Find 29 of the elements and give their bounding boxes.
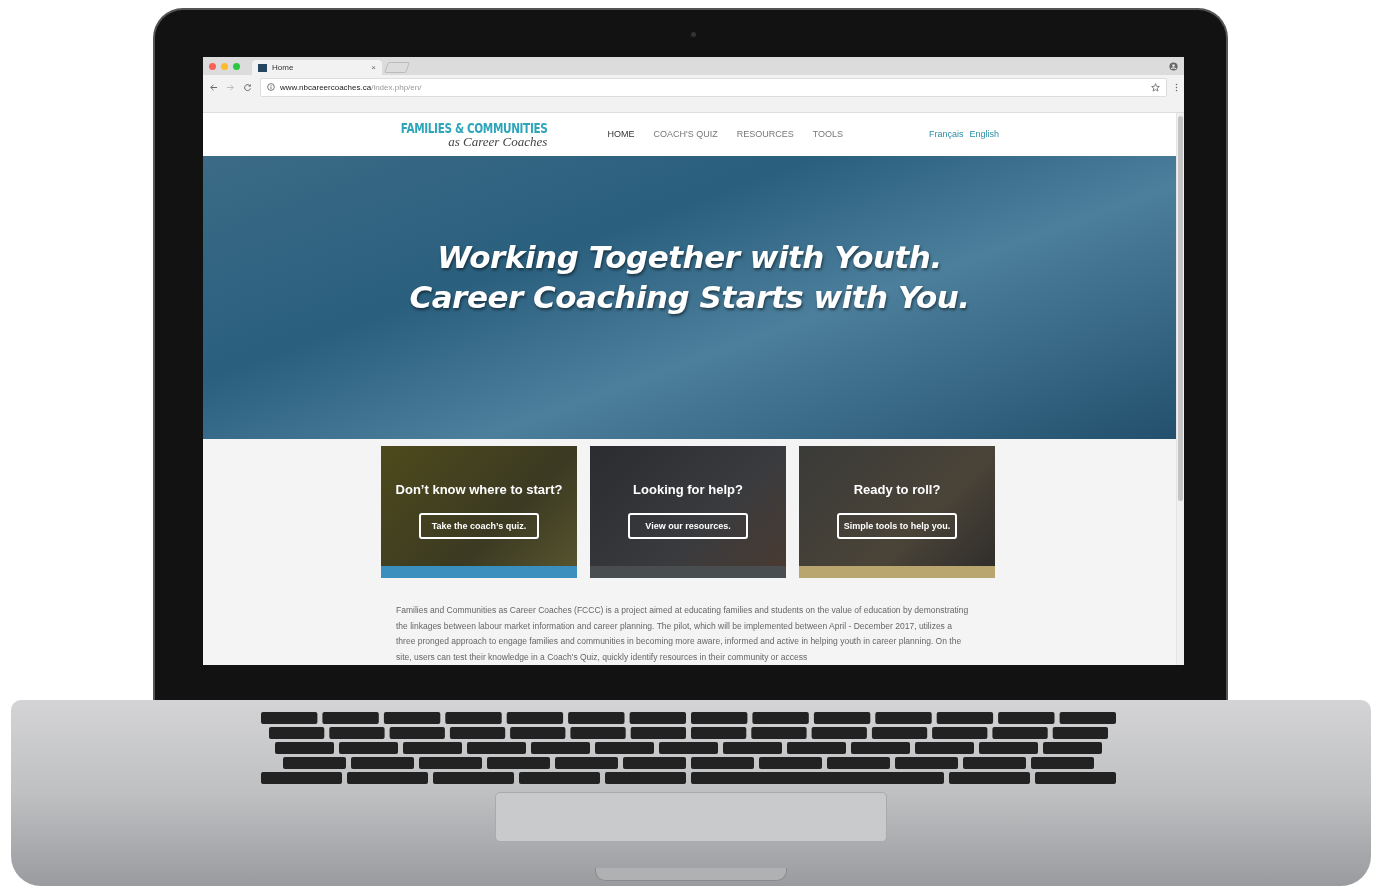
- card-button[interactable]: Take the coach’s quiz.: [419, 513, 539, 539]
- url-path: /index.php/en/: [371, 82, 422, 92]
- reload-icon[interactable]: [243, 82, 252, 92]
- star-icon[interactable]: [1151, 82, 1160, 92]
- card-button[interactable]: View our resources.: [628, 513, 748, 539]
- browser-tab[interactable]: Home ×: [252, 60, 382, 75]
- close-button[interactable]: ×: [371, 63, 376, 72]
- hero-heading: Working Together with Youth. Career Coaching Starts with You.: [409, 238, 970, 318]
- card-title: Don’t know where to start?: [395, 482, 563, 497]
- scrollbar-thumb[interactable]: [1178, 116, 1183, 501]
- language-link[interactable]: Français: [929, 129, 964, 140]
- card-title: Looking for help?: [633, 482, 743, 497]
- favicon-icon: [258, 63, 267, 72]
- intro-paragraph: Families and Communities as Career Coaches (FCCC) is a project aimed at educating families and students on the value of education by demonstrating the linkages between labour market information and career planning. The pilot, which will be implemented between April - December 2017, utilizes a three pronged approach to engage families and communities in becoming more aware, informed and active in helping youth in career planning. On the site, users can test their knowledge in a Coach's Quiz, quickly identify resources in their community or access: [396, 604, 970, 664]
- language-link[interactable]: English: [969, 129, 1000, 140]
- address-bar[interactable]: www.nbcareercoaches.ca/index.php/en/: [260, 77, 1167, 97]
- profile-icon[interactable]: [1169, 61, 1178, 71]
- back-icon[interactable]: [209, 82, 218, 92]
- scrollbar[interactable]: [1176, 113, 1184, 665]
- card-button[interactable]: Simple tools to help you.: [837, 513, 957, 539]
- card-title: Ready to roll?: [853, 482, 941, 497]
- camera-icon: [691, 32, 696, 37]
- nav-link[interactable]: HOME: [607, 129, 635, 140]
- nav-link[interactable]: COACH'S QUIZ: [653, 129, 718, 140]
- nav-link[interactable]: TOOLS: [812, 129, 843, 140]
- nav-link[interactable]: RESOURCES: [736, 129, 794, 140]
- site-logo[interactable]: FAMILIES & COMMUNITIES as Career Coaches: [392, 120, 548, 148]
- info-icon: [267, 83, 275, 91]
- tab-title: Home: [272, 63, 295, 72]
